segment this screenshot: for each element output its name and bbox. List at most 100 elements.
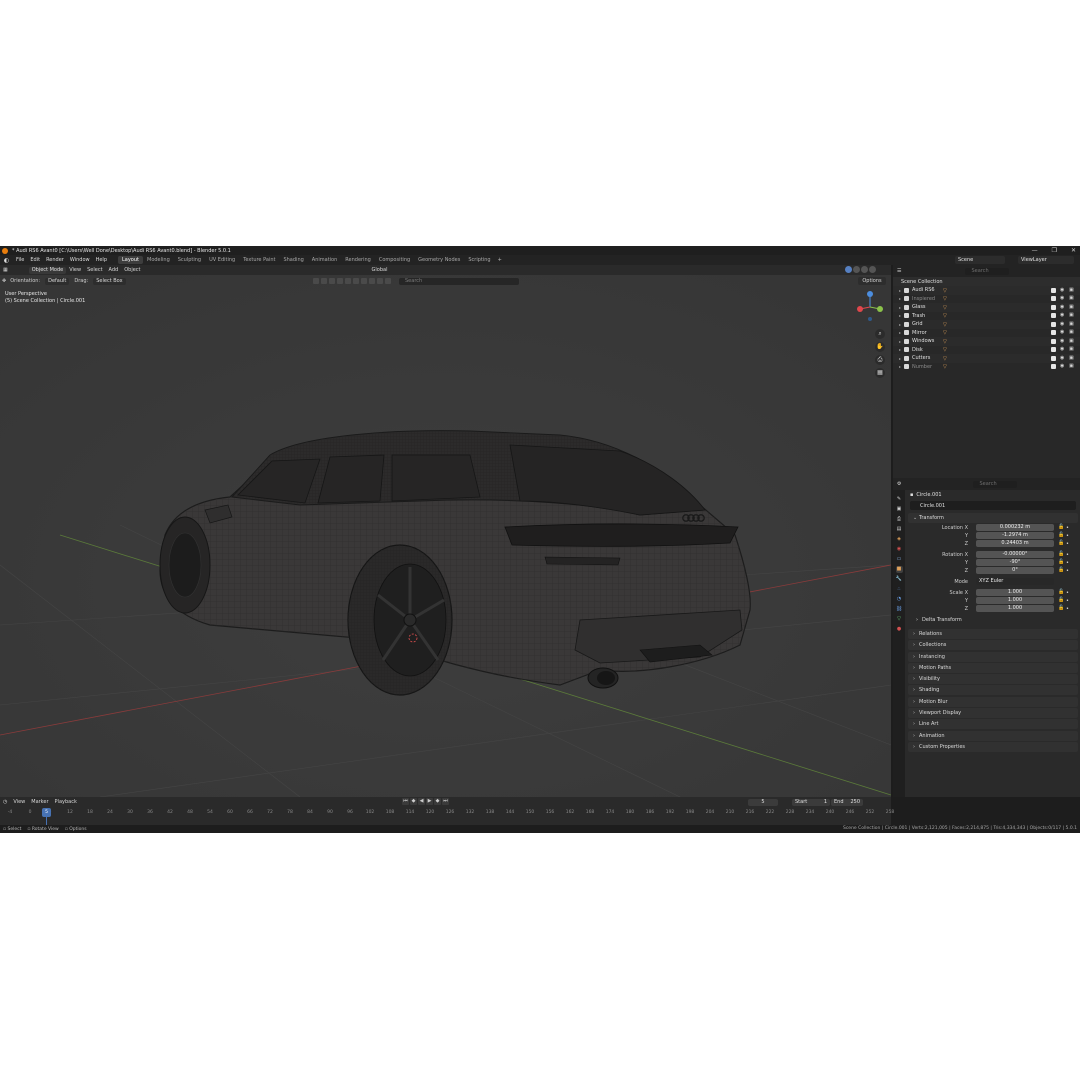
menu-edit[interactable]: Edit	[27, 257, 43, 263]
outliner-search-input[interactable]: Search	[965, 267, 1010, 275]
menu-select[interactable]: Select	[84, 267, 105, 273]
properties-panel-header[interactable]: › Animation	[908, 730, 1078, 741]
physics-tab-icon[interactable]: ◔	[896, 596, 903, 603]
menu-render[interactable]: Render	[43, 257, 67, 263]
next-keyframe-icon[interactable]: ◆	[434, 798, 441, 805]
eye-icon[interactable]: ◉	[1060, 321, 1065, 327]
rotation-y-field[interactable]: -90°	[976, 559, 1054, 566]
timeline-editor[interactable]: ◷ View Marker Playback ⏮ ◆ ◀ ▶ ◆ ⏭ 5 Sta…	[0, 797, 894, 825]
eye-icon[interactable]: ◉	[1060, 313, 1065, 318]
material-shading-icon[interactable]	[861, 266, 868, 273]
options-button[interactable]: Options	[858, 277, 886, 285]
keyframe-dot-icon[interactable]: •	[1066, 525, 1069, 531]
play-reverse-icon[interactable]: ◀	[418, 798, 425, 805]
zoom-icon[interactable]: ⌕	[875, 329, 885, 339]
lock-icon[interactable]: 🔓	[1058, 590, 1064, 595]
camera-view-icon[interactable]: ⎙	[875, 355, 885, 365]
menu-file[interactable]: File	[13, 257, 27, 263]
solid-shading-icon[interactable]	[853, 266, 860, 273]
keyframe-dot-icon[interactable]: •	[1066, 590, 1069, 596]
properties-panel-header[interactable]: › Line Art	[908, 719, 1078, 730]
wireframe-shading-icon[interactable]	[845, 266, 852, 273]
timeline-menu-playback[interactable]: Playback	[52, 799, 80, 805]
filter-icon[interactable]	[385, 278, 391, 284]
x-axis-icon[interactable]	[857, 306, 863, 312]
tab-animation[interactable]: Animation	[308, 256, 342, 264]
pan-hand-icon[interactable]: ✋	[875, 342, 885, 352]
y-axis-icon[interactable]	[877, 306, 883, 312]
object-tab-icon[interactable]: ■	[895, 566, 903, 573]
rotation-mode-dropdown[interactable]: XYZ Euler	[976, 578, 1054, 585]
tab-scripting[interactable]: Scripting	[464, 256, 494, 264]
eye-icon[interactable]: ◉	[1060, 338, 1065, 344]
editor-type-icon[interactable]: ▦	[0, 267, 11, 273]
camera-icon[interactable]: ▣	[1069, 296, 1074, 301]
lock-icon[interactable]: 🔓	[1058, 598, 1064, 603]
tool-tab-icon[interactable]: ✎	[896, 496, 903, 503]
properties-panel-header[interactable]: › Viewport Display	[908, 708, 1078, 719]
world-tab-icon[interactable]: ◉	[896, 546, 903, 553]
constraints-tab-icon[interactable]: ⛓	[896, 606, 903, 613]
navigation-gizmo[interactable]	[852, 289, 888, 325]
lock-icon[interactable]: 🔓	[1058, 552, 1064, 557]
playhead[interactable]: 5	[42, 808, 51, 817]
scene-collection-row[interactable]: Scene Collection	[893, 277, 1080, 286]
include-checkbox[interactable]	[1051, 330, 1056, 336]
properties-search-input[interactable]: Search	[973, 480, 1018, 488]
play-icon[interactable]: ▶	[426, 798, 433, 805]
filter-icon[interactable]	[369, 278, 375, 284]
properties-panel-header[interactable]: › Relations	[908, 629, 1078, 639]
delta-transform-subpanel[interactable]: › Delta Transform	[906, 615, 1080, 625]
camera-icon[interactable]: ▣	[1069, 330, 1074, 335]
outliner-row[interactable]: ▸ Grid ▽ ◉ ▣	[893, 320, 1080, 329]
keyframe-dot-icon[interactable]: •	[1066, 560, 1069, 566]
z-axis-icon[interactable]	[867, 291, 873, 297]
blender-logo-icon[interactable]: ◐	[3, 257, 10, 264]
outliner-row[interactable]: ▸ Number ▽ ◉ ▣	[893, 363, 1080, 372]
perspective-toggle-icon[interactable]: ▦	[875, 368, 885, 378]
eye-icon[interactable]: ◉	[1060, 287, 1065, 293]
rotation-x-field[interactable]: -0.00000°	[976, 551, 1054, 558]
outliner[interactable]: ☰ Search Scene Collection ▸ Audi RS6 ▽ ◉ ▣ ▸ I…	[893, 265, 1080, 478]
start-frame-field[interactable]: Start 1	[792, 799, 830, 806]
properties-panel-header[interactable]: › Shading	[908, 685, 1078, 696]
menu-help[interactable]: Help	[93, 257, 110, 263]
transform-space-dropdown[interactable]: Global	[369, 267, 391, 273]
properties-panel-header[interactable]: › Instancing	[908, 651, 1078, 662]
menu-view[interactable]: View	[66, 267, 84, 273]
add-workspace-button[interactable]: +	[495, 257, 505, 263]
material-tab-icon[interactable]: ●	[896, 626, 903, 633]
location-x-field[interactable]: 0.000232 m	[976, 524, 1054, 531]
menu-add[interactable]: Add	[106, 267, 122, 273]
filter-icon[interactable]	[329, 278, 335, 284]
camera-icon[interactable]: ▣	[1069, 364, 1074, 369]
include-checkbox[interactable]	[1051, 296, 1056, 302]
prev-keyframe-icon[interactable]: ◆	[410, 798, 417, 805]
data-tab-icon[interactable]: ▽	[896, 616, 903, 623]
lock-icon[interactable]: 🔓	[1058, 560, 1064, 565]
filter-icon[interactable]	[313, 278, 319, 284]
move-tool-icon[interactable]: ✥	[0, 278, 8, 284]
outliner-row[interactable]: ▸ Cutters ▽ ◉ ▣	[893, 354, 1080, 363]
tab-compositing[interactable]: Compositing	[375, 256, 414, 264]
properties-panel-header[interactable]: › Motion Blur	[908, 696, 1078, 707]
keyframe-dot-icon[interactable]: •	[1066, 598, 1069, 604]
collection-tab-icon[interactable]: ▭	[896, 556, 903, 563]
properties-panel-header[interactable]: › Collections	[908, 640, 1078, 651]
timeline-menu-marker[interactable]: Marker	[28, 799, 51, 805]
tab-geometry-nodes[interactable]: Geometry Nodes	[414, 256, 464, 264]
include-checkbox[interactable]	[1051, 313, 1056, 319]
eye-icon[interactable]: ◉	[1060, 355, 1065, 361]
filter-icon[interactable]	[321, 278, 327, 284]
tab-texture-paint[interactable]: Texture Paint	[239, 256, 279, 264]
camera-icon[interactable]: ▣	[1069, 287, 1074, 293]
outliner-row[interactable]: ▸ Windows ▽ ◉ ▣	[893, 337, 1080, 346]
camera-icon[interactable]: ▣	[1069, 321, 1074, 327]
outliner-row[interactable]: ▸ Trash ▽ ◉ ▣	[893, 312, 1080, 321]
outliner-row[interactable]: ▸ Glass ▽ ◉ ▣	[893, 303, 1080, 312]
outliner-row[interactable]: ▸ Mirror ▽ ◉ ▣	[893, 329, 1080, 338]
rendered-shading-icon[interactable]	[869, 266, 876, 273]
include-checkbox[interactable]	[1051, 304, 1056, 310]
include-checkbox[interactable]	[1051, 364, 1056, 370]
filter-icon[interactable]	[377, 278, 383, 284]
